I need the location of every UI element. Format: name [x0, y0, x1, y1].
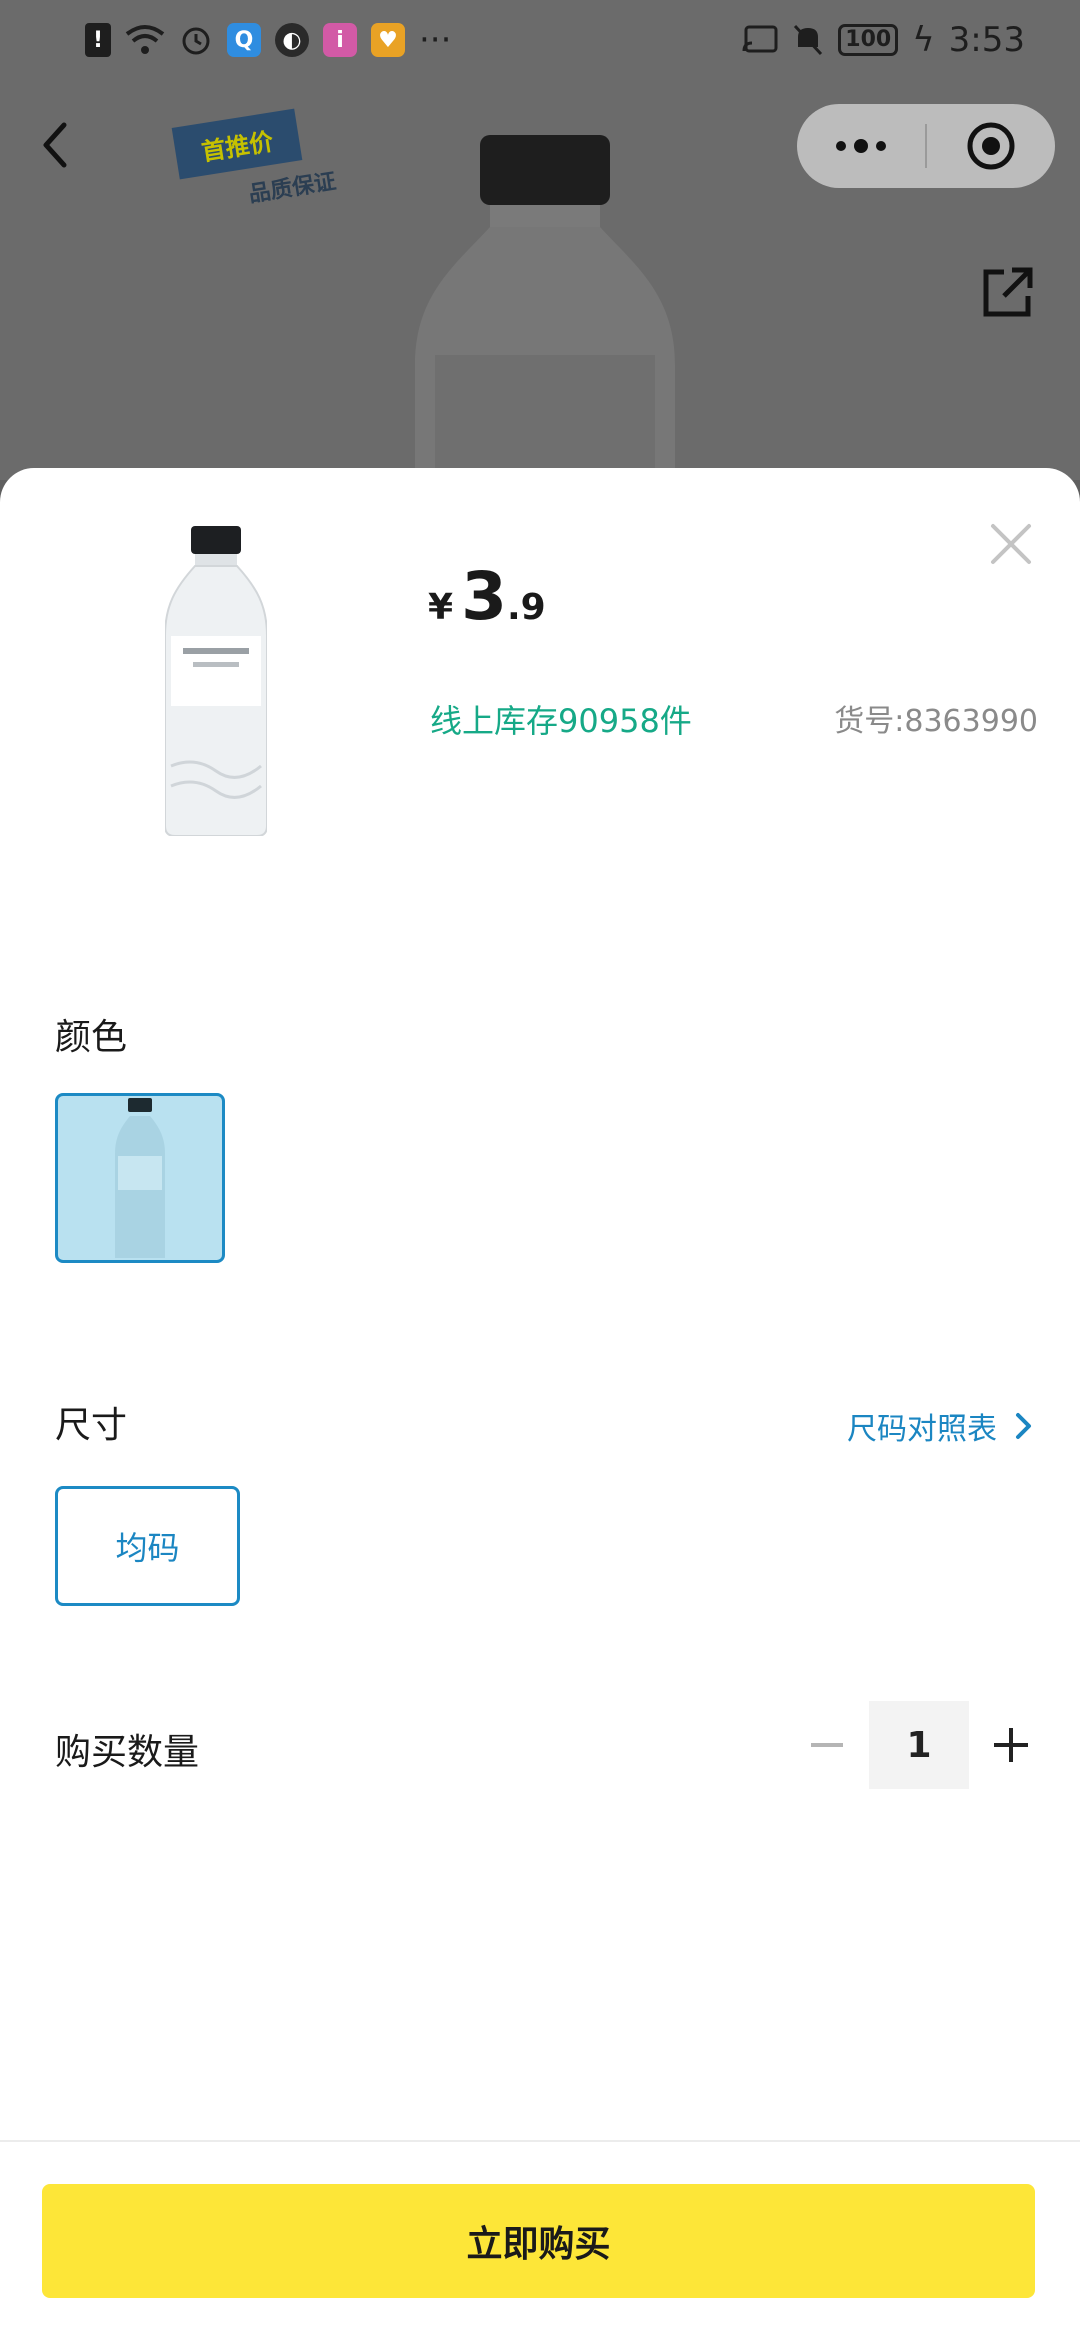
- size-section-title: 尺寸: [55, 1405, 128, 1446]
- plus-icon: [994, 1728, 1028, 1762]
- info-app-icon: i: [323, 23, 357, 57]
- capsule-close-button[interactable]: [927, 104, 1055, 188]
- sku-selection-sheet: ¥ 3 .9 线上库存90958件 货号:8363990 颜色 尺寸 尺码对照表…: [0, 468, 1080, 2340]
- color-option-selected[interactable]: [55, 1093, 225, 1263]
- alert-icon: !: [85, 23, 111, 57]
- quantity-stepper: 1: [785, 1701, 1053, 1789]
- buy-now-button[interactable]: 立即购买: [42, 2184, 1035, 2298]
- increase-quantity-button[interactable]: [969, 1701, 1053, 1789]
- mini-program-capsule: [797, 104, 1055, 188]
- globe-app-icon: ◐: [275, 23, 309, 57]
- battery-indicator: 100: [838, 24, 899, 56]
- minus-icon: [811, 1743, 843, 1747]
- size-chart-link[interactable]: 尺码对照表: [847, 1404, 1035, 1448]
- size-chart-label: 尺码对照表: [847, 1412, 997, 1447]
- more-notifications-icon: ···: [419, 20, 452, 60]
- stock-count: 线上库存90958件: [430, 702, 692, 740]
- status-bar: ! Q ◐ i ♥ ··· 100 ϟ 3:53: [0, 0, 1080, 80]
- close-sheet-button[interactable]: [985, 518, 1037, 570]
- currency-symbol: ¥: [428, 587, 454, 628]
- decrease-quantity-button[interactable]: [785, 1701, 869, 1789]
- capsule-more-button[interactable]: [797, 104, 925, 188]
- charging-icon: ϟ: [912, 20, 935, 60]
- bell-mute-icon: [794, 24, 823, 56]
- color-option-bottle-image: [115, 1098, 165, 1258]
- alarm-icon: [182, 27, 210, 55]
- more-dots-icon: [836, 139, 886, 153]
- chevron-right-icon: [1016, 1413, 1031, 1439]
- price-decimal: .9: [507, 587, 546, 628]
- target-icon: [967, 122, 1015, 170]
- footer-divider: [0, 2140, 1080, 2142]
- price-integer: 3: [461, 558, 507, 635]
- background-bottle-image: [415, 135, 675, 480]
- back-button[interactable]: [30, 115, 84, 175]
- size-option-selected[interactable]: 均码: [55, 1486, 240, 1606]
- wifi-icon: [125, 25, 165, 54]
- cast-icon: [742, 25, 778, 53]
- product-price: ¥ 3 .9: [428, 558, 546, 635]
- product-thumbnail: [165, 526, 267, 836]
- product-sku: 货号:8363990: [834, 704, 1038, 739]
- color-section-title: 颜色: [55, 1017, 128, 1058]
- quantity-section-title: 购买数量: [55, 1732, 200, 1773]
- heart-app-icon: ♥: [371, 23, 405, 57]
- share-external-button[interactable]: [978, 262, 1038, 322]
- quantity-value[interactable]: 1: [869, 1701, 969, 1789]
- status-time: 3:53: [948, 20, 1025, 60]
- search-app-icon: Q: [227, 23, 261, 57]
